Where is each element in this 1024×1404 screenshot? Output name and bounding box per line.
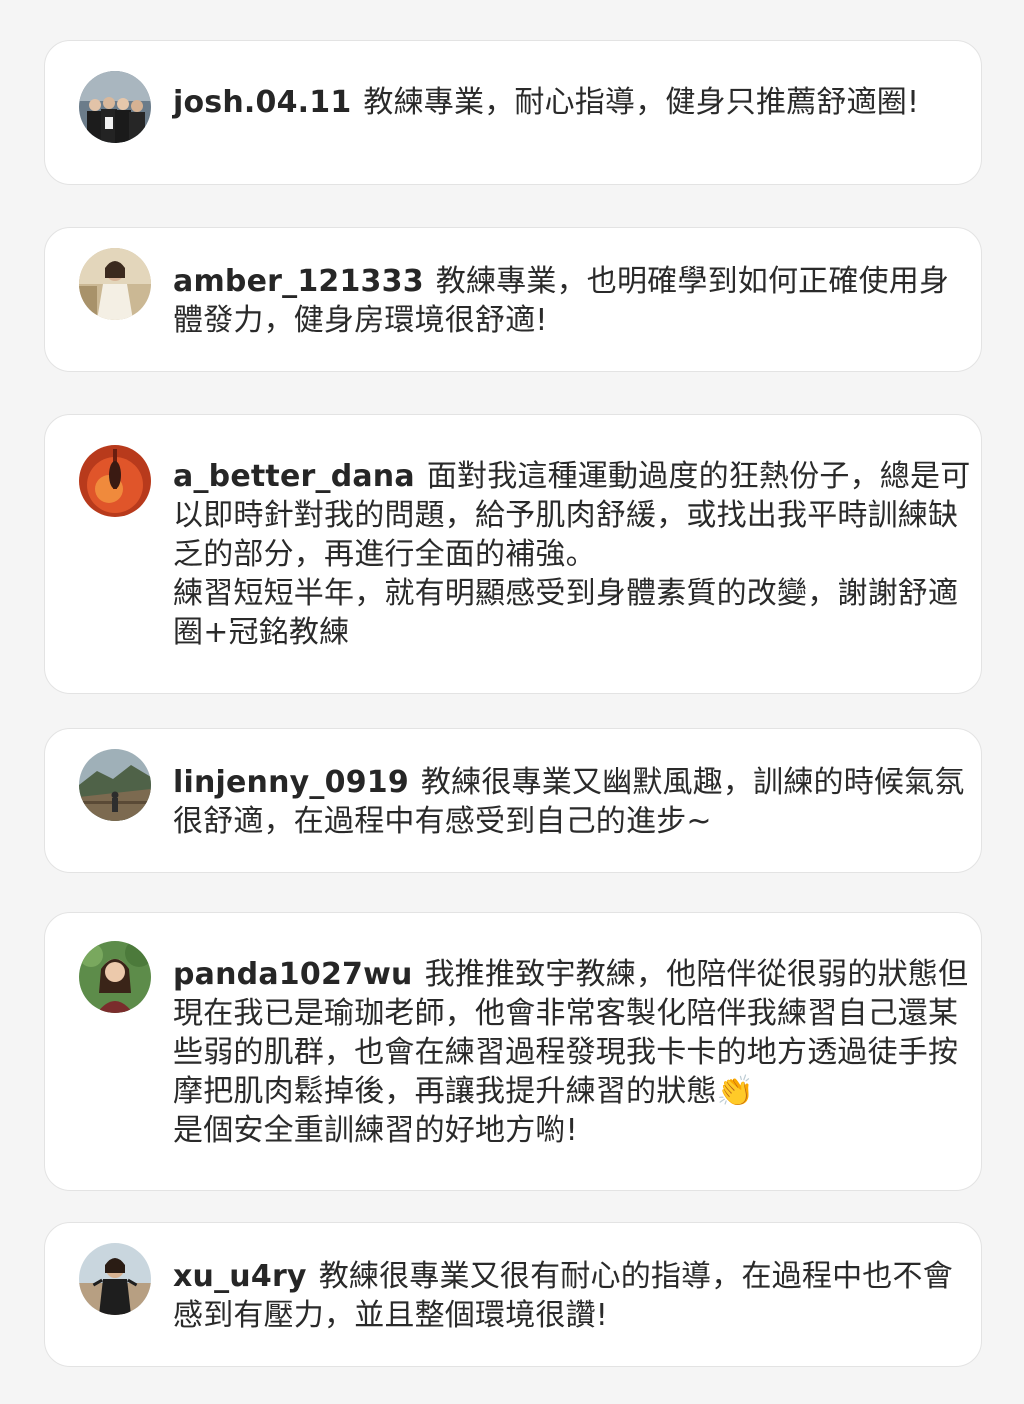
avatar[interactable] xyxy=(79,71,151,143)
comment-username[interactable]: panda1027wu xyxy=(173,957,413,992)
comment-body: 教練專業，耐心指導，健身只推薦舒適圈! xyxy=(363,85,920,120)
comment-username[interactable]: linjenny_0919 xyxy=(173,765,409,800)
comment-username[interactable]: josh.04.11 xyxy=(173,85,351,120)
comment-card: linjenny_0919 教練很專業又幽默風趣，訓練的時候氣氛很舒適，在過程中有… xyxy=(44,728,982,873)
comment-card: xu_u4ry 教練很專業又很有耐心的指導，在過程中也不會感到有壓力，並且整個環境… xyxy=(44,1222,982,1367)
comment-card: amber_121333 教練專業，也明確學到如何正確使用身體發力，健身房環境很舒… xyxy=(44,227,982,372)
comment-username[interactable]: a_better_dana xyxy=(173,459,415,494)
avatar[interactable] xyxy=(79,248,151,320)
comment-username[interactable]: amber_121333 xyxy=(173,264,424,299)
avatar[interactable] xyxy=(79,941,151,1013)
comment-body-line-2: 是個安全重訓練習的好地方喲! xyxy=(173,1113,578,1148)
comment-body-line-2: 練習短短半年，就有明顯感受到身體素質的改變，謝謝舒適圈+冠銘教練 xyxy=(173,576,959,650)
comment-text: panda1027wu 我推推致宇教練，他陪伴從很弱的狀態但現在我已是瑜珈老師，他… xyxy=(173,955,973,1150)
avatar[interactable] xyxy=(79,749,151,821)
avatar[interactable] xyxy=(79,1243,151,1315)
comment-text: amber_121333 教練專業，也明確學到如何正確使用身體發力，健身房環境很舒… xyxy=(173,262,973,340)
comment-text: linjenny_0919 教練很專業又幽默風趣，訓練的時候氣氛很舒適，在過程中有… xyxy=(173,763,973,841)
comment-card: josh.04.11 教練專業，耐心指導，健身只推薦舒適圈! xyxy=(44,40,982,185)
comment-text: xu_u4ry 教練很專業又很有耐心的指導，在過程中也不會感到有壓力，並且整個環境… xyxy=(173,1257,973,1335)
comment-card: a_better_dana 面對我這種運動過度的狂熱份子，總是可以即時針對我的問題… xyxy=(44,414,982,694)
comment-card: panda1027wu 我推推致宇教練，他陪伴從很弱的狀態但現在我已是瑜珈老師，他… xyxy=(44,912,982,1191)
avatar[interactable] xyxy=(79,445,151,517)
comment-text: a_better_dana 面對我這種運動過度的狂熱份子，總是可以即時針對我的問題… xyxy=(173,457,973,652)
comment-text: josh.04.11 教練專業，耐心指導，健身只推薦舒適圈! xyxy=(173,83,973,122)
comment-username[interactable]: xu_u4ry xyxy=(173,1259,307,1294)
